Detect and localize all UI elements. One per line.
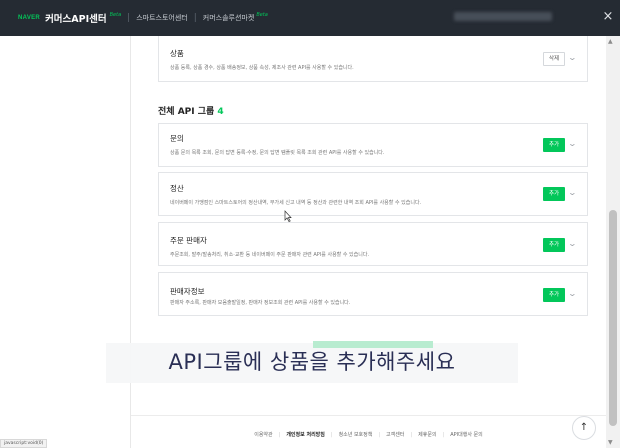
footer-divider (131, 415, 606, 416)
api-group-card-seller-info: 판매자정보 판매자 주소록, 판매자 모음출발일정, 판매자 정보조회 관련 A… (158, 272, 588, 316)
top-navigation-bar: NAVER 커머스API센터 Beta | 스마트스토어센터 | 커머스솔루션마… (0, 0, 620, 36)
footer-link-partnership[interactable]: 제휴문의 (418, 431, 436, 438)
chevron-down-icon[interactable]: ⌄ (568, 188, 577, 197)
footer-link-youth-policy[interactable]: 청소년 보호정책 (339, 431, 373, 438)
content-left-border (130, 36, 131, 448)
api-group-description: 상품 등록, 상품 경수, 상품 배송정보, 상품 속성, 제조사 관련 API… (170, 65, 354, 71)
api-group-card-inquiry: 문의 상품 문의 목록 조회, 문의 답변 등록·수정, 문의 답변 템플릿 목… (158, 123, 588, 167)
naver-logo[interactable]: NAVER (18, 15, 40, 21)
close-icon[interactable]: × (600, 9, 616, 25)
mouse-cursor-icon (284, 210, 292, 222)
commerce-api-center-title[interactable]: 커머스API센터 (45, 11, 107, 25)
footer-separator: | (378, 431, 381, 438)
chevron-down-icon[interactable]: ⌄ (568, 53, 577, 62)
beta-badge: Beta (109, 12, 122, 18)
chevron-down-icon[interactable]: ⌄ (568, 289, 577, 298)
scroll-up-icon[interactable]: ▲ (608, 38, 613, 45)
api-group-description: 상품 문의 목록 조회, 문의 답변 등록·수정, 문의 답변 템플릿 목록 조… (170, 150, 385, 156)
beta-badge: Beta (256, 12, 268, 18)
footer-link-privacy[interactable]: 개인정보 처리방침 (286, 431, 325, 438)
api-group-card-order-seller: 주문 판매자 주문조회, 발주/발송처리, 취소·교환 등 네이버페이 주문 판… (158, 222, 588, 266)
scroll-down-icon[interactable]: ▼ (608, 439, 613, 446)
all-api-groups-heading: 전체 API 그룹 4 (158, 104, 224, 117)
api-group-title: 문의 (170, 134, 184, 143)
footer-link-terms[interactable]: 이용약관 (254, 431, 272, 438)
section-count: 4 (217, 107, 224, 117)
footer-separator: | (330, 431, 333, 438)
status-bar-url: javascript:void(0) (0, 439, 48, 448)
arrow-up-icon[interactable]: ↑ (572, 416, 596, 440)
divider: | (193, 13, 197, 23)
divider: | (127, 13, 131, 23)
chevron-down-icon[interactable]: ⌄ (568, 239, 577, 248)
api-group-title: 정산 (170, 184, 184, 193)
video-subtitle: API그룹에 상품을 추가해주세요 (168, 350, 456, 374)
footer-separator: | (278, 431, 281, 438)
add-button[interactable]: 추가 (543, 238, 565, 252)
footer: 이용약관 | 개인정보 처리방침 | 청소년 보호정책 | 고객센터 | 제휴문… (131, 431, 606, 439)
add-button[interactable]: 추가 (543, 187, 565, 201)
api-group-description: 주문조회, 발주/발송처리, 취소·교환 등 네이버페이 주문 판매자 관련 A… (170, 252, 370, 258)
smartstore-center-link[interactable]: 스마트스토어센터 (136, 13, 188, 23)
section-title-text: 전체 API 그룹 (158, 107, 215, 117)
footer-separator: | (410, 431, 413, 438)
chevron-down-icon[interactable]: ⌄ (568, 139, 577, 148)
api-group-title: 상품 (170, 49, 184, 58)
commerce-solution-market-link[interactable]: 커머스솔루션마켓 (203, 13, 255, 23)
vertical-scrollbar[interactable]: ▲ ▼ (606, 36, 620, 448)
api-group-card-settlement: 정산 네이버페이 가맹점인 스마트스토어의 정산내역, 부가세 신고 내역 등 … (158, 172, 588, 216)
added-api-group-card: 상품 상품 등록, 상품 경수, 상품 배송정보, 상품 속성, 제조사 관련 … (158, 36, 588, 82)
add-button[interactable]: 추가 (543, 138, 565, 152)
api-group-description: 네이버페이 가맹점인 스마트스토어의 정산내역, 부가세 신고 내역 등 정산과… (170, 200, 422, 206)
api-group-title: 판매자정보 (170, 287, 205, 296)
delete-button[interactable]: 삭제 (543, 52, 565, 66)
api-group-title: 주문 판매자 (170, 236, 207, 245)
footer-separator: | (442, 431, 445, 438)
scrollbar-thumb[interactable] (609, 210, 617, 426)
api-group-description: 판매자 주소록, 판매자 모음출발일정, 판매자 정보조회 관련 API를 사용… (170, 300, 351, 306)
footer-link-customer-center[interactable]: 고객센터 (386, 431, 404, 438)
add-button[interactable]: 추가 (543, 288, 565, 302)
user-account-area[interactable] (454, 12, 552, 21)
footer-link-api-agency[interactable]: API대행사 문의 (450, 431, 483, 438)
